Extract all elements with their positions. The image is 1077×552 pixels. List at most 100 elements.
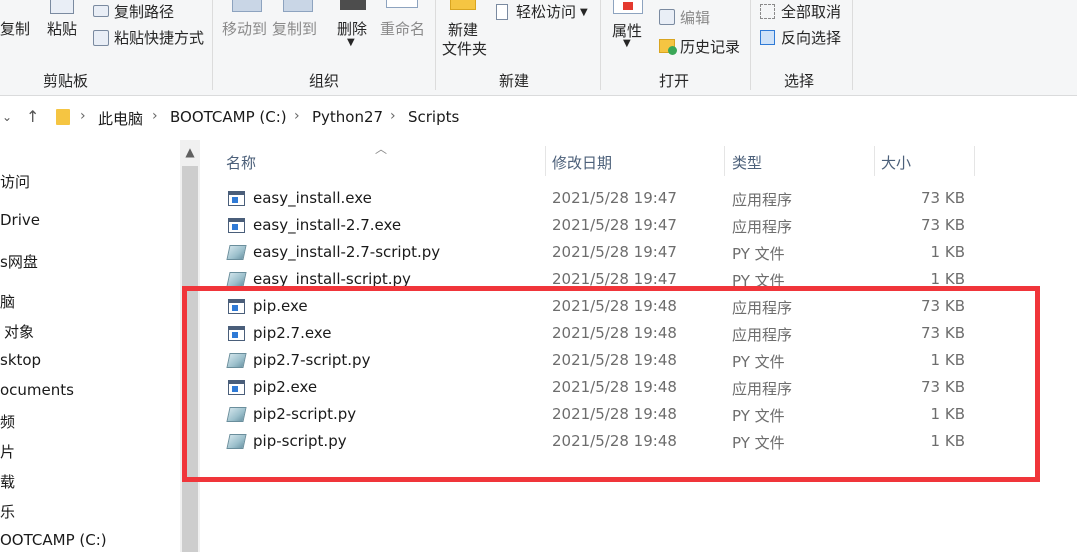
file-row[interactable]: easy_install-script.py 2021/5/28 19:47 P… — [200, 266, 1077, 293]
copy-path-icon — [93, 5, 109, 17]
paste-button[interactable]: 粘贴 — [47, 20, 77, 38]
file-name: pip.exe — [253, 297, 308, 315]
history-icon — [659, 39, 677, 55]
file-name: easy_install-script.py — [253, 270, 411, 288]
ribbon: 复制 粘贴 复制路径 粘贴快捷方式 剪贴板 移动到 复制到 删除 ▼ 重命名 组… — [0, 0, 1077, 96]
file-size: 1 KB — [930, 405, 965, 423]
nav-item-music[interactable]: 乐 — [0, 501, 15, 522]
open-group-label: 打开 — [659, 72, 690, 90]
nav-scrollbar[interactable]: ▲ — [180, 140, 200, 552]
new-folder-button-line1[interactable]: 新建 — [448, 21, 478, 39]
file-row[interactable]: pip.exe 2021/5/28 19:48 应用程序 73 KB — [200, 293, 1077, 320]
file-row[interactable]: pip-script.py 2021/5/28 19:48 PY 文件 1 KB — [200, 428, 1077, 455]
exe-icon — [228, 191, 245, 206]
select-none-button[interactable]: 全部取消 — [781, 3, 841, 21]
breadcrumb-chevron-icon[interactable]: › — [294, 108, 300, 124]
paste-shortcut-button[interactable]: 粘贴快捷方式 — [114, 29, 204, 47]
nav-item-downloads[interactable]: 载 — [0, 471, 15, 492]
column-header-name[interactable]: 名称 — [226, 152, 256, 173]
breadcrumb-this-pc[interactable]: 此电脑 — [98, 108, 143, 129]
breadcrumb-chevron-icon[interactable]: › — [152, 108, 158, 124]
file-name: pip2-script.py — [253, 405, 357, 423]
breadcrumb-chevron-icon[interactable]: › — [80, 108, 86, 124]
nav-item-quick-access[interactable]: 访问 — [0, 171, 30, 192]
file-row[interactable]: pip2.7-script.py 2021/5/28 19:48 PY 文件 1… — [200, 347, 1077, 374]
breadcrumb-python27[interactable]: Python27 — [312, 108, 383, 126]
nav-item-3d-objects[interactable]: 对象 — [4, 321, 34, 342]
file-size: 1 KB — [930, 243, 965, 261]
column-divider[interactable] — [545, 146, 546, 176]
rename-button[interactable]: 重命名 — [380, 20, 425, 38]
easy-access-button[interactable]: 轻松访问 — [516, 3, 576, 21]
python-file-icon — [226, 245, 247, 260]
file-type: 应用程序 — [732, 326, 793, 344]
up-arrow-icon[interactable]: ↑ — [26, 107, 39, 126]
nav-item-cloud-drive[interactable]: s网盘 — [0, 251, 38, 272]
history-button[interactable]: 历史记录 — [680, 38, 740, 56]
new-folder-button-line2[interactable]: 文件夹 — [442, 40, 487, 58]
invert-selection-icon — [760, 30, 775, 45]
scroll-up-arrow-icon[interactable]: ▲ — [180, 145, 200, 163]
move-to-icon — [232, 0, 262, 12]
python-file-icon — [226, 353, 247, 368]
file-date: 2021/5/28 19:48 — [552, 297, 677, 315]
organize-group-label: 组织 — [309, 72, 340, 90]
file-row[interactable]: easy_install.exe 2021/5/28 19:47 应用程序 73… — [200, 185, 1077, 212]
file-name: pip2.exe — [253, 378, 318, 396]
nav-item-desktop[interactable]: sktop — [0, 351, 41, 369]
scrollbar-thumb[interactable] — [182, 166, 198, 552]
file-name: easy_install-2.7-script.py — [253, 243, 441, 261]
column-divider[interactable] — [874, 146, 875, 176]
column-divider[interactable] — [724, 146, 725, 176]
file-row[interactable]: easy_install-2.7.exe 2021/5/28 19:47 应用程… — [200, 212, 1077, 239]
delete-dropdown-chevron-icon[interactable]: ▼ — [347, 34, 355, 52]
breadcrumb-chevron-icon[interactable]: › — [390, 108, 396, 124]
nav-item-bootcamp-drive[interactable]: OOTCAMP (C:) — [0, 531, 107, 549]
nav-item-documents[interactable]: ocuments — [0, 381, 74, 399]
copy-to-button[interactable]: 复制到 — [272, 20, 317, 38]
recent-locations-chevron-down-icon[interactable]: ⌄ — [2, 110, 12, 124]
file-type: 应用程序 — [732, 218, 793, 236]
column-header-type[interactable]: 类型 — [732, 152, 762, 173]
file-name: easy_install.exe — [253, 189, 372, 207]
invert-selection-button[interactable]: 反向选择 — [781, 29, 841, 47]
file-date: 2021/5/28 19:47 — [552, 216, 677, 234]
sort-ascending-icon: ︿ — [375, 142, 388, 156]
ribbon-separator — [600, 0, 601, 90]
column-header-size[interactable]: 大小 — [881, 152, 911, 173]
copy-path-button[interactable]: 复制路径 — [114, 3, 174, 21]
column-divider[interactable] — [974, 146, 975, 176]
breadcrumb-bootcamp-drive[interactable]: BOOTCAMP (C:) — [170, 108, 287, 126]
edit-button[interactable]: 编辑 — [680, 9, 710, 27]
select-group-label: 选择 — [784, 72, 815, 90]
properties-chevron-down-icon[interactable]: ▼ — [623, 35, 631, 53]
ribbon-separator — [212, 0, 213, 90]
breadcrumb-scripts[interactable]: Scripts — [408, 108, 459, 126]
file-row[interactable]: pip2-script.py 2021/5/28 19:48 PY 文件 1 K… — [200, 401, 1077, 428]
column-header-date[interactable]: 修改日期 — [552, 152, 612, 173]
folder-icon — [56, 109, 70, 125]
file-date: 2021/5/28 19:48 — [552, 405, 677, 423]
file-name: easy_install-2.7.exe — [253, 216, 402, 234]
move-to-button[interactable]: 移动到 — [222, 20, 267, 38]
file-size: 73 KB — [921, 189, 965, 207]
file-row[interactable]: pip2.exe 2021/5/28 19:48 应用程序 73 KB — [200, 374, 1077, 401]
nav-item-videos[interactable]: 频 — [0, 411, 15, 432]
easy-access-chevron-down-icon[interactable]: ▼ — [580, 4, 588, 22]
nav-item-onedrive[interactable]: Drive — [0, 211, 40, 229]
copy-button[interactable]: 复制 — [0, 20, 30, 38]
file-list: ︿ 名称 修改日期 类型 大小 easy_install.exe 2021/5/… — [200, 140, 1077, 552]
file-name: pip2.7-script.py — [253, 351, 371, 369]
file-type: PY 文件 — [732, 272, 785, 290]
file-row[interactable]: easy_install-2.7-script.py 2021/5/28 19:… — [200, 239, 1077, 266]
ribbon-separator — [852, 0, 853, 90]
file-type: PY 文件 — [732, 245, 785, 263]
nav-item-pictures[interactable]: 片 — [0, 441, 15, 462]
file-size: 73 KB — [921, 378, 965, 396]
copy-to-icon — [283, 0, 313, 12]
nav-item-this-pc[interactable]: 脑 — [0, 291, 15, 312]
paste-shortcut-icon — [93, 30, 109, 46]
file-row[interactable]: pip2.7.exe 2021/5/28 19:48 应用程序 73 KB — [200, 320, 1077, 347]
new-folder-icon — [450, 0, 476, 10]
properties-icon — [613, 0, 643, 14]
